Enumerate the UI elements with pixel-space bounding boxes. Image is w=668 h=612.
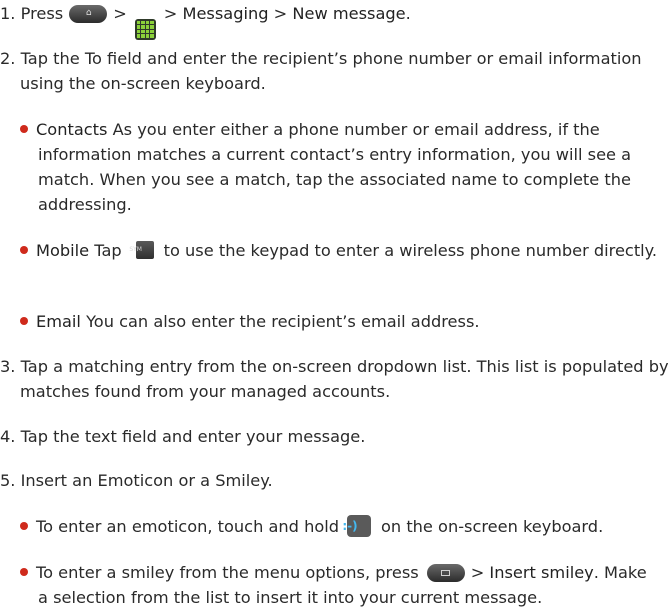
- bullet-dot: [20, 317, 28, 325]
- bullet-contacts: Contacts As you enter either a phone num…: [20, 117, 660, 217]
- mobile-label: Mobile: [36, 241, 90, 260]
- bullet-dot: [20, 125, 28, 133]
- insert-smiley-label: Insert smiley: [489, 563, 594, 582]
- bullet-dot: [20, 568, 28, 576]
- sym-key-label: SYM: [129, 246, 142, 253]
- new-message-label: New message: [292, 4, 406, 23]
- manual-page: 1. Press ⌂ > > Messaging > New message. 2. …: [0, 0, 668, 612]
- sym-key-icon: SYM: [129, 241, 154, 259]
- messaging-label: Messaging: [182, 4, 269, 23]
- bullet-dot: [20, 246, 28, 254]
- menu-key-icon: [426, 564, 465, 582]
- home-glyph: ⌂: [85, 8, 92, 18]
- mobile-text-before: Tap: [89, 241, 122, 260]
- step-4: 4. Tap the text field and enter your mes…: [0, 427, 366, 446]
- emoticon-text-after: on the on-screen keyboard.: [381, 517, 604, 536]
- email-label: Email: [36, 312, 81, 331]
- bullet-mobile: Mobile Tap SYM to use the keypad to enter …: [20, 238, 660, 263]
- step-2: 2. Tap the To field and enter the recipi…: [0, 49, 642, 93]
- emoticon-key-icon: :-): [342, 515, 372, 537]
- smiley-separator: >: [470, 563, 490, 582]
- step-1-end: .: [405, 4, 411, 23]
- step-1-separator-2: >: [163, 4, 183, 23]
- mobile-text-after: to use the keypad to enter a wireless ph…: [163, 241, 658, 260]
- bullet-dot: [20, 522, 28, 530]
- smiley-text-before: To enter a smiley from the menu options,…: [36, 563, 419, 582]
- step-1-prefix: 1. Press: [0, 4, 64, 23]
- contacts-text: As you enter either a phone number or em…: [38, 120, 632, 214]
- bullet-email: Email You can also enter the recipient’s…: [20, 309, 660, 334]
- emoticon-key-label: :-): [342, 519, 358, 533]
- menu-glyph: [440, 570, 450, 576]
- emoticon-text-before: To enter an emoticon, touch and hold: [36, 517, 340, 536]
- step-3: 3. Tap a matching entry from the on-scre…: [0, 357, 668, 401]
- bullet-smiley: To enter a smiley from the menu options,…: [20, 560, 660, 610]
- home-key-icon: ⌂: [69, 5, 108, 23]
- step-1: 1. Press ⌂ > > Messaging > New message.: [0, 1, 664, 40]
- email-text: You can also enter the recipient’s email…: [80, 312, 480, 331]
- step-5: 5. Insert an Emoticon or a Smiley.: [0, 471, 273, 490]
- apps-grid-icon: [134, 18, 156, 40]
- step-1-separator: >: [113, 4, 127, 23]
- step-1-separator-3: >: [268, 4, 293, 23]
- contacts-label: Contacts: [36, 120, 108, 139]
- bullet-emoticon: To enter an emoticon, touch and hold:-) o…: [20, 514, 660, 539]
